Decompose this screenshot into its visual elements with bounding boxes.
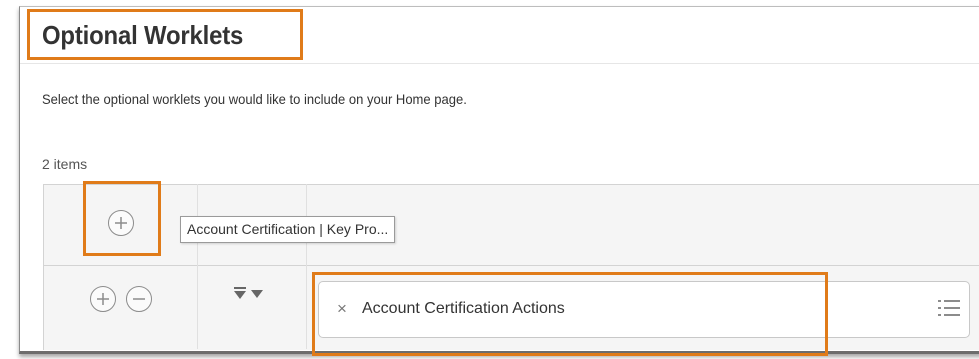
- add-row-button[interactable]: [90, 286, 116, 312]
- add-row-button[interactable]: [108, 210, 134, 236]
- remove-row-button[interactable]: [126, 286, 152, 312]
- remove-value-button[interactable]: ×: [337, 298, 347, 320]
- grid-column-divider: [306, 184, 307, 349]
- plus-circle-icon: [97, 293, 109, 305]
- row-move-controls: [233, 287, 264, 300]
- instructions-text: Select the optional worklets you would l…: [42, 91, 467, 107]
- header-tooltip: Account Certification | Key Pro...: [180, 216, 396, 243]
- grid-column-divider: [197, 184, 198, 349]
- move-down-icon[interactable]: [250, 287, 264, 300]
- grid-row-divider: [43, 265, 979, 266]
- title-divider: [20, 63, 979, 64]
- minus-circle-icon: [133, 298, 145, 300]
- list-icon: [938, 300, 960, 316]
- page-title: Optional Worklets: [42, 20, 244, 50]
- item-count: 2 items: [42, 156, 88, 172]
- move-to-bottom-icon[interactable]: [233, 287, 247, 300]
- selected-worklet-value: Account Certification Actions: [362, 300, 565, 317]
- plus-circle-icon: [115, 217, 127, 229]
- prompt-list-button[interactable]: [938, 299, 960, 317]
